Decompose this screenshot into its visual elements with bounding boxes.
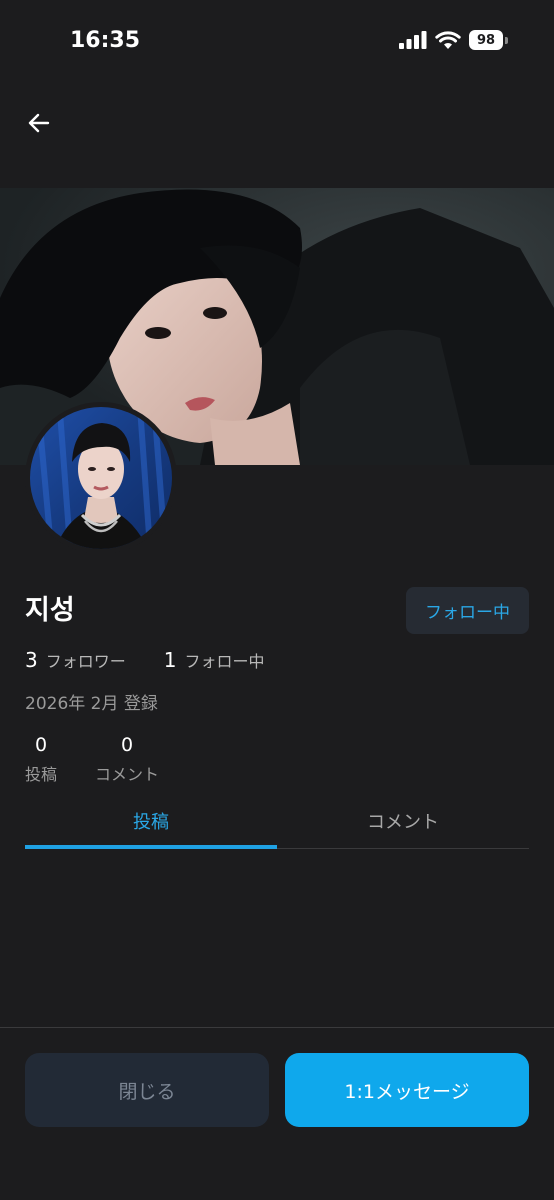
close-button[interactable]: 閉じる [25,1053,269,1127]
comments-count: 0 [120,734,134,756]
posts-count: 0 [34,734,48,756]
tab-posts[interactable]: 投稿 [25,796,277,846]
comments-count-label: コメント [95,765,160,784]
activity-counts: 0 投稿 0 コメント [25,734,197,785]
follow-stats: 3 フォロワー 1 フォロー中 [25,648,303,672]
footer-divider [0,1027,554,1028]
active-tab-indicator [25,845,277,849]
battery-tip [505,36,508,44]
following-button[interactable]: フォロー中 [406,587,529,634]
status-bar: 16:35 98 [0,0,554,84]
battery-icon: 98 [469,30,503,50]
tab-comments[interactable]: コメント [277,796,529,846]
profile-avatar[interactable] [25,402,177,554]
following-count: 1 [163,648,177,672]
wifi-icon [435,30,461,49]
followers-stat[interactable]: 3 フォロワー [25,648,126,672]
following-label: フォロー中 [184,652,265,671]
posts-count-label: 投稿 [25,765,58,784]
followers-label: フォロワー [45,652,126,671]
cellular-signal-icon [399,31,427,49]
arrow-left-icon [28,113,50,133]
battery-indicator: 98 [469,30,508,50]
profile-name: 지성 [25,595,75,626]
status-time: 16:35 [70,28,141,53]
posts-count-stat: 0 投稿 [25,734,57,785]
following-stat[interactable]: 1 フォロー中 [164,648,265,672]
joined-date: 2026年 2月 登録 [25,694,158,714]
comments-count-stat: 0 コメント [95,734,159,785]
direct-message-button[interactable]: 1:1メッセージ [285,1053,529,1127]
status-icons: 98 [399,30,508,50]
followers-count: 3 [25,648,38,672]
back-button[interactable] [22,106,56,140]
avatar-photo-illustration [30,407,172,549]
content-tabs: 投稿 コメント [25,796,529,850]
